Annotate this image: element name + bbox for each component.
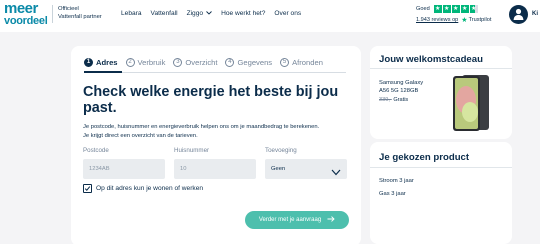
- huisnummer-label: Huisnummer: [174, 147, 210, 154]
- trustpilot-label: Trustpilot: [468, 17, 492, 23]
- nav-item-label: Hoe werkt het?: [221, 10, 266, 17]
- trustpilot-star-icon: ★: [461, 17, 468, 24]
- user-icon: [513, 8, 524, 20]
- chosen-product-title: Je gekozen product: [379, 152, 470, 163]
- partner-label: Officieel Vattenfall partner: [58, 5, 102, 21]
- gift-product-line-1: Samsung Galaxy: [379, 80, 424, 86]
- logo-bottom-text: voordeel: [4, 15, 48, 27]
- toevoeging-selected-value: Geen: [271, 166, 286, 172]
- step-label: Adres: [96, 58, 118, 67]
- page-title: Check welke energie het beste bij jou pa…: [83, 84, 339, 116]
- description-line-2: Je krijgt direct een overzicht van de ta…: [83, 133, 198, 139]
- nav-item-label: Ziggo: [186, 10, 204, 17]
- gift-price: 339,- Gratis: [379, 97, 408, 103]
- step-adres[interactable]: 1 Adres: [84, 58, 118, 67]
- address-checkbox[interactable]: [83, 184, 92, 193]
- step-number: 1: [84, 58, 93, 67]
- partner-line-1: Officieel: [58, 6, 79, 12]
- toevoeging-label: Toevoeging: [265, 147, 297, 154]
- welcome-gift-card: Jouw welkomstcadeau Samsung Galaxy A56 5…: [370, 46, 512, 139]
- continue-button-label: Verder met je aanvraag: [258, 217, 322, 223]
- step-number: 2: [125, 58, 135, 67]
- nav-item-label: Over ons: [274, 10, 302, 17]
- address-checkbox-label[interactable]: Op dit adres kun je wonen of werken: [96, 185, 203, 192]
- account-label[interactable]: Ki: [532, 11, 538, 17]
- review-count-link[interactable]: 1.943 reviews op: [416, 17, 458, 23]
- top-header: meer voordeel Officieel Vattenfall partn…: [0, 0, 540, 32]
- logo-top-text: meer: [4, 0, 38, 17]
- star-half-icon: ★: [469, 5, 478, 13]
- star-icon: ★: [451, 5, 460, 13]
- main-nav: Lebara Vattenfall Ziggo Hoe werkt het? O…: [121, 10, 310, 17]
- progress-steps: 1 Adres 2 Verbruik 3 Overzicht 4 Gegeven…: [84, 58, 331, 67]
- star-icon: ★: [442, 5, 451, 13]
- step-gegevens[interactable]: 4 Gegevens: [225, 58, 272, 67]
- step-label: Gegevens: [237, 58, 273, 67]
- chosen-product-item: Gas 3 jaar: [379, 191, 406, 197]
- chosen-product-item: Stroom 3 jaar: [379, 178, 414, 184]
- phone-image: [453, 75, 489, 131]
- chevron-down-icon: [206, 10, 212, 17]
- description-line-1: Je postcode, huisnummer en energieverbru…: [83, 124, 320, 130]
- partner-line-2: Vattenfall partner: [58, 14, 102, 20]
- star-icon: ★: [433, 5, 442, 13]
- toevoeging-select[interactable]: Geen: [265, 159, 347, 179]
- account-button[interactable]: [509, 5, 528, 24]
- form-description: Je postcode, huisnummer en energieverbru…: [83, 123, 357, 141]
- step-label: Afronden: [292, 58, 323, 67]
- active-step-indicator: [84, 71, 122, 73]
- card-divider: [370, 68, 512, 69]
- review-rating-label: Goed: [416, 6, 430, 12]
- postcode-input[interactable]: 1234AB: [83, 159, 165, 179]
- gift-old-price: 339,-: [379, 97, 392, 103]
- step-label: Overzicht: [185, 58, 218, 67]
- step-number: 4: [225, 58, 235, 67]
- nav-item-vattenfall[interactable]: Vattenfall: [151, 10, 178, 17]
- trustpilot-widget[interactable]: Goed ★ ★ ★ ★ ★ 1.943 reviews op ★ Trustp…: [416, 5, 491, 24]
- chosen-product-card: Je gekozen product Stroom 3 jaar Gas 3 j…: [370, 142, 512, 244]
- nav-item-label: Vattenfall: [150, 10, 178, 17]
- welcome-gift-title: Jouw welkomstcadeau: [379, 54, 483, 65]
- star-icon: ★: [460, 5, 469, 13]
- address-form-card: 1 Adres 2 Verbruik 3 Overzicht 4 Gegeven…: [71, 46, 361, 244]
- gift-price-label: Gratis: [393, 97, 409, 103]
- huisnummer-input[interactable]: 10: [174, 159, 256, 179]
- continue-button[interactable]: Verder met je aanvraag: [245, 211, 349, 229]
- nav-item-ziggo[interactable]: Ziggo: [187, 10, 213, 17]
- gift-product-name: Samsung Galaxy A56 5G 128GB: [379, 79, 441, 95]
- gift-product-line-2: A56 5G 128GB: [379, 88, 419, 94]
- review-stars: ★ ★ ★ ★ ★: [433, 5, 479, 13]
- nav-item-label: Lebara: [121, 10, 142, 17]
- step-number: 5: [280, 58, 290, 67]
- step-label: Verbruik: [137, 58, 166, 67]
- trustpilot-logo: ★ Trustpilot: [461, 16, 491, 24]
- nav-item-over-ons[interactable]: Over ons: [274, 10, 301, 17]
- checkmark-icon: [84, 186, 91, 191]
- nav-item-lebara[interactable]: Lebara: [121, 10, 142, 17]
- chevron-down-icon: [331, 165, 341, 185]
- step-verbruik[interactable]: 2 Verbruik: [125, 58, 166, 67]
- arrow-right-icon: [327, 216, 335, 224]
- nav-item-hoe-werkt-het[interactable]: Hoe werkt het?: [221, 10, 265, 17]
- step-number: 3: [173, 58, 183, 67]
- card-divider: [370, 167, 512, 168]
- steps-divider: [84, 72, 346, 73]
- postcode-label: Postcode: [83, 147, 109, 154]
- meervoordeel-logo[interactable]: meer voordeel: [4, 1, 50, 27]
- logo-divider: [52, 5, 53, 23]
- step-afronden[interactable]: 5 Afronden: [280, 58, 323, 67]
- step-overzicht[interactable]: 3 Overzicht: [173, 58, 217, 67]
